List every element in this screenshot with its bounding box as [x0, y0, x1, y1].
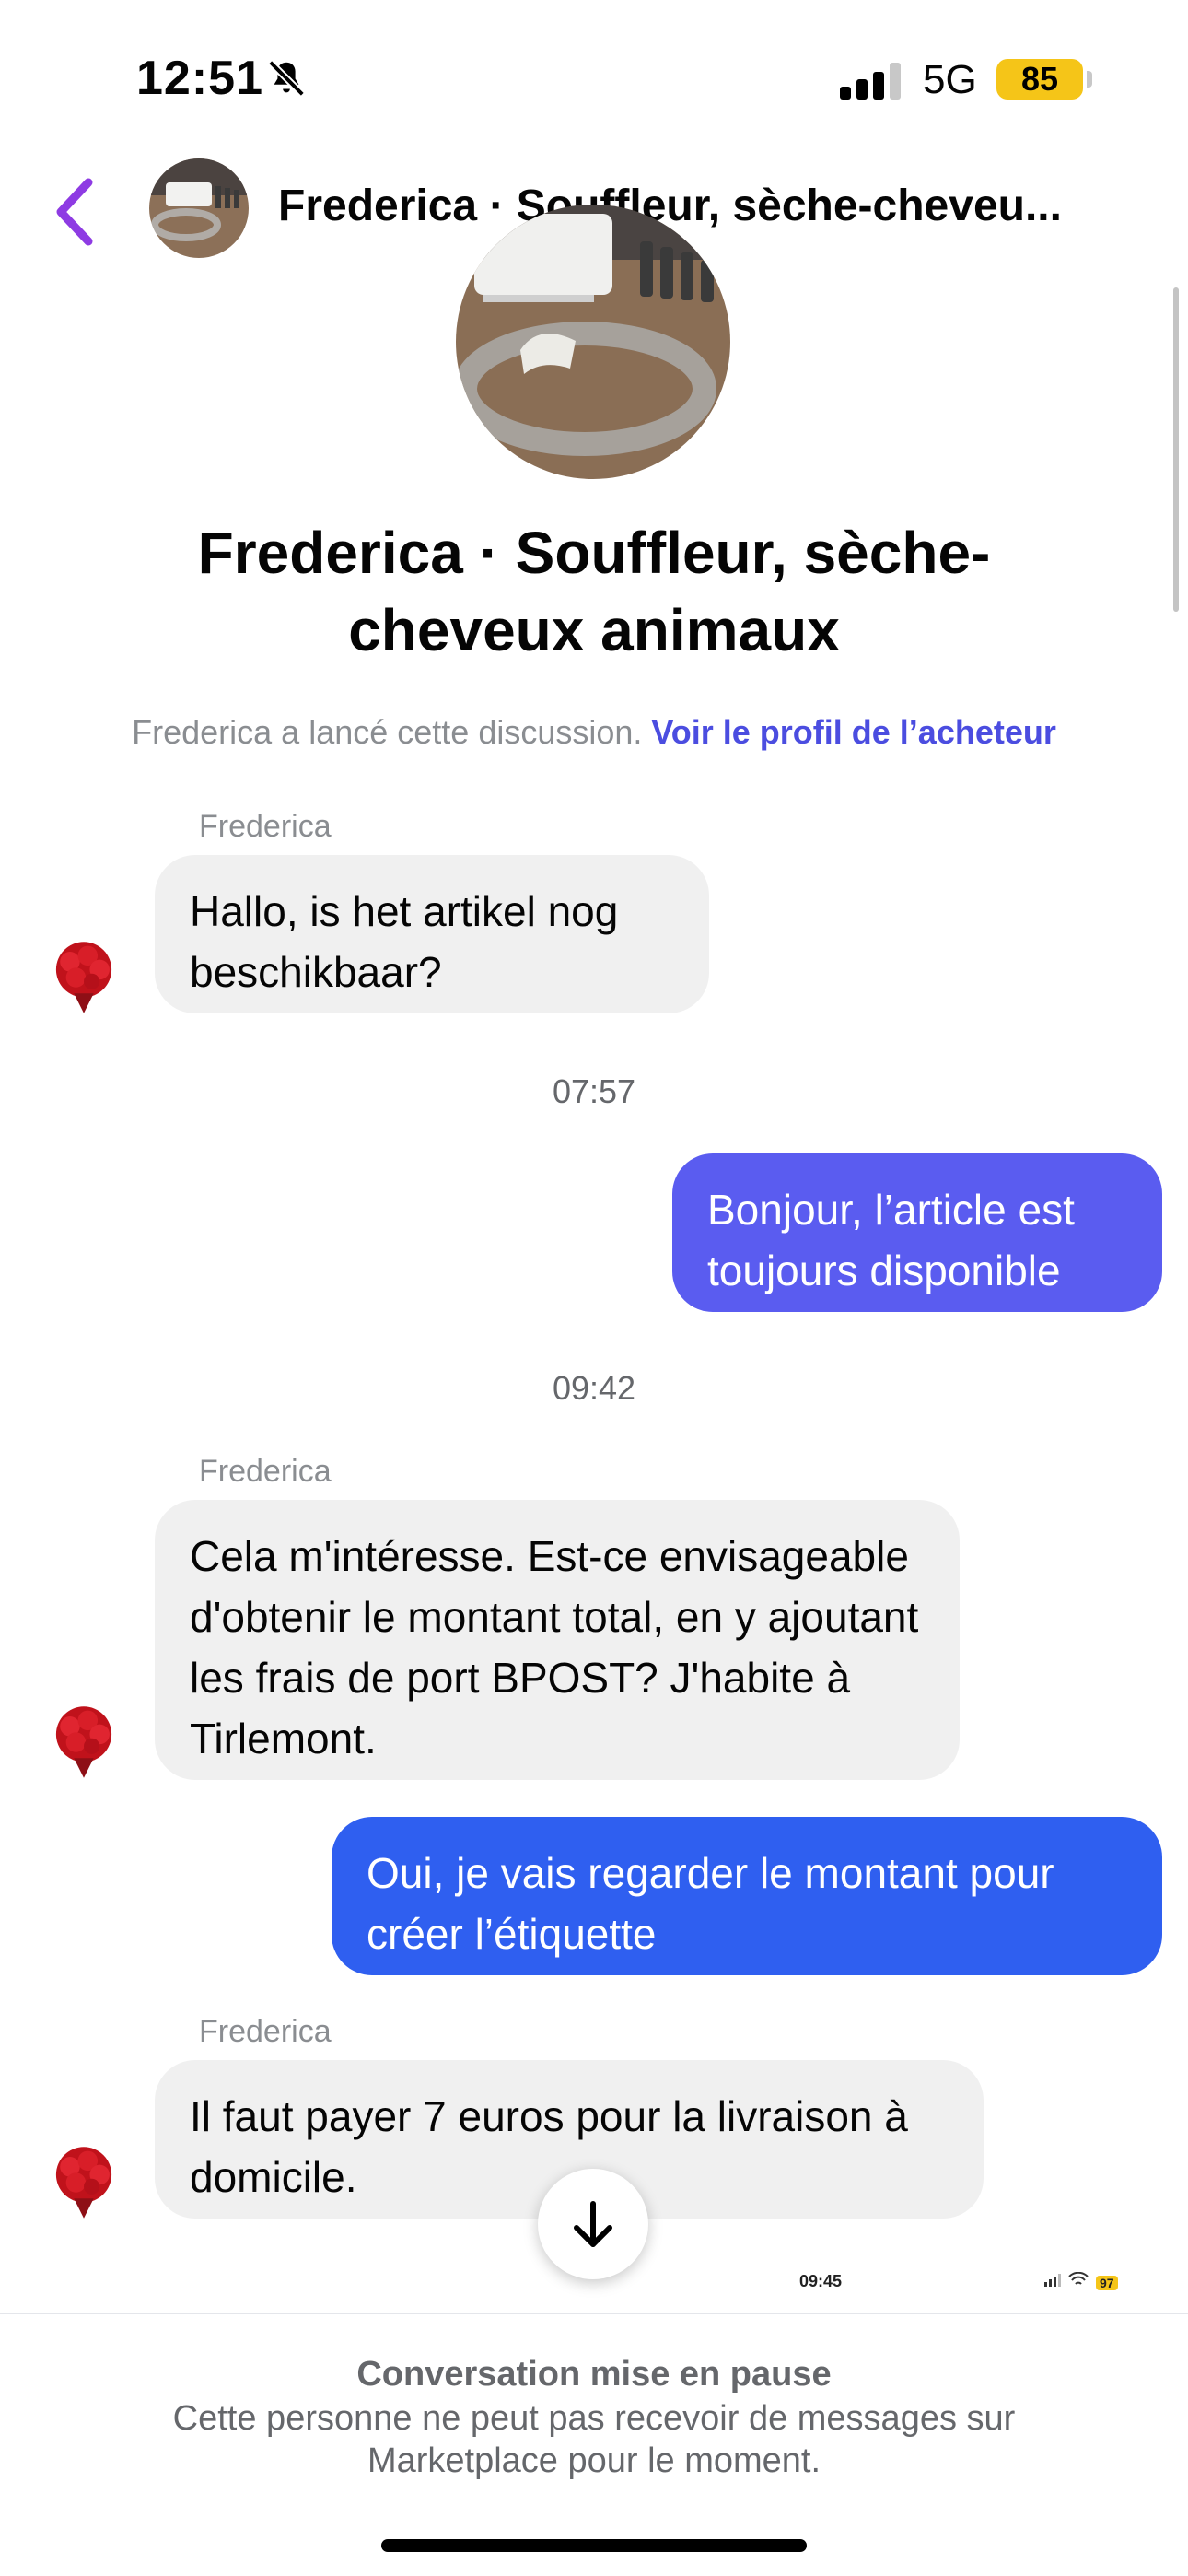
- arrow-down-icon: [574, 2201, 612, 2247]
- signal-icon: [1044, 2274, 1061, 2287]
- wifi-icon: [1068, 2272, 1089, 2285]
- embedded-battery: 97: [1096, 2276, 1118, 2290]
- sender-name: Frederica: [199, 809, 332, 844]
- header-title[interactable]: Frederica · Souffleur, sèche-cheveu...: [278, 181, 1135, 231]
- incoming-message[interactable]: Cela m'intéresse. Est-ce envisageable d'…: [155, 1500, 960, 1780]
- home-indicator[interactable]: [381, 2539, 807, 2552]
- network-type: 5G: [923, 57, 977, 102]
- footer-divider: [0, 2313, 1188, 2314]
- profile-name: Frederica · Souffleur, sèche-cheveux ani…: [197, 520, 991, 663]
- signal-icon: [840, 63, 901, 100]
- scroll-to-bottom-button[interactable]: [538, 2169, 648, 2279]
- profile-photo[interactable]: [456, 205, 730, 479]
- battery-level: 85: [996, 59, 1083, 100]
- rose-bouquet-avatar[interactable]: [44, 1703, 123, 1782]
- sender-name: Frederica: [199, 1454, 332, 1489]
- paused-title: Conversation mise en pause: [356, 2355, 832, 2394]
- product-thumbnail: [149, 158, 249, 258]
- started-text: Frederica a lancé cette discussion.: [132, 713, 643, 751]
- paused-subtitle: Cette personne ne peut pas recevoir de m…: [172, 2399, 1016, 2480]
- header-avatar[interactable]: [149, 158, 249, 258]
- bell-slash-icon: [268, 60, 305, 97]
- incoming-message[interactable]: Hallo, is het artikel nog beschikbaar?: [155, 855, 709, 1013]
- outgoing-message[interactable]: Bonjour, l’article est toujours disponib…: [672, 1153, 1162, 1312]
- product-photo: [456, 205, 730, 479]
- sender-name: Frederica: [199, 2014, 332, 2049]
- chevron-left-icon[interactable]: [52, 175, 98, 249]
- embedded-status-time: 09:45: [799, 2272, 843, 2290]
- timestamp: 07:57: [552, 1072, 636, 1110]
- status-bar: 12:51 5G 85: [0, 0, 1188, 157]
- scrollbar[interactable]: [1173, 287, 1179, 612]
- rose-bouquet-avatar[interactable]: [44, 2143, 123, 2222]
- status-time: 12:51: [136, 52, 263, 105]
- discussion-started-line: Frederica a lancé cette discussion. Voir…: [0, 713, 1188, 752]
- battery-tip: [1087, 71, 1092, 88]
- timestamp: 09:42: [552, 1369, 636, 1407]
- view-buyer-profile-link[interactable]: Voir le profil de l’acheteur: [651, 713, 1055, 751]
- rose-bouquet-avatar[interactable]: [44, 938, 123, 1017]
- outgoing-message[interactable]: Oui, je vais regarder le montant pour cr…: [332, 1817, 1162, 1975]
